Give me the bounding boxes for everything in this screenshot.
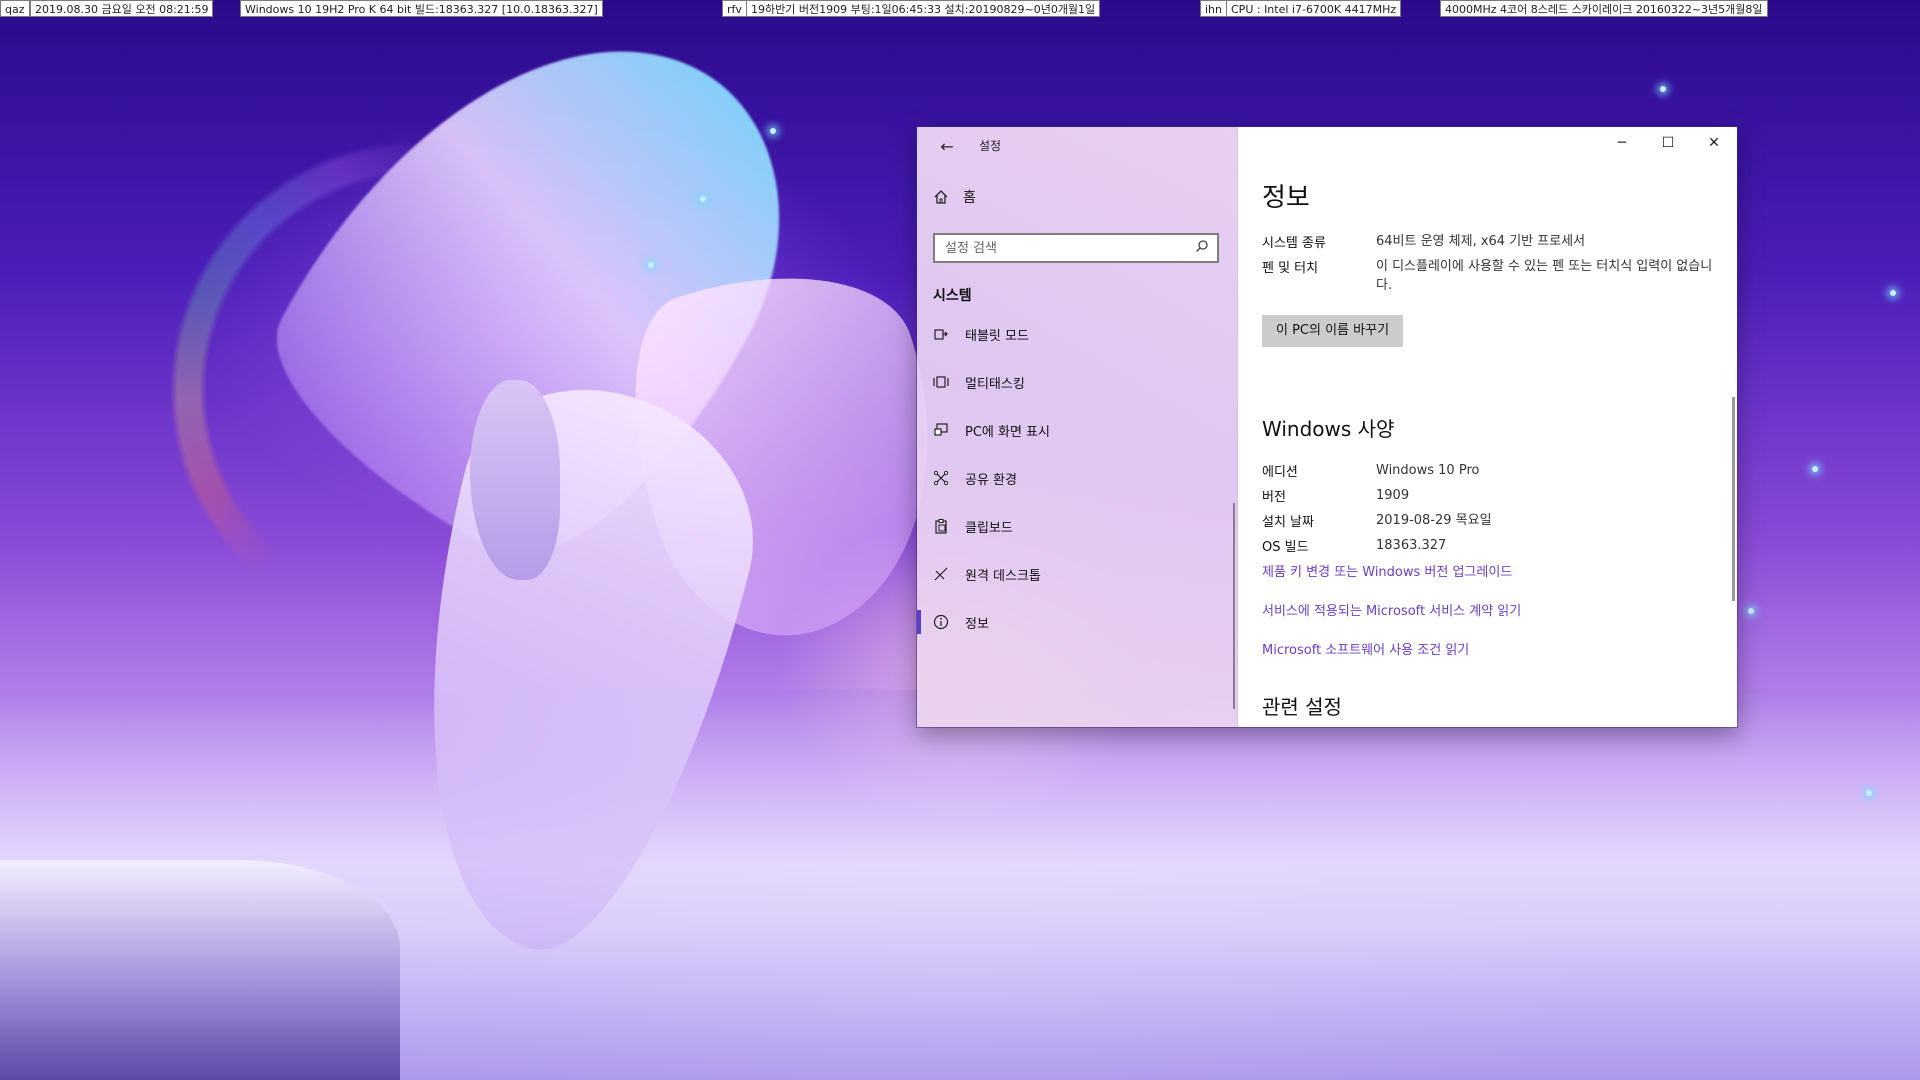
nav-item-tablet-mode[interactable]: 태블릿 모드 bbox=[917, 310, 1237, 358]
wallpaper-cliff bbox=[0, 860, 400, 1080]
version-value: 1909 bbox=[1376, 488, 1410, 503]
info-label-rfv: rfv bbox=[722, 0, 747, 17]
os-build-key: OS 빌드 bbox=[1262, 540, 1309, 555]
multitasking-icon bbox=[931, 372, 951, 392]
settings-window: ← 설정 홈 시스템 태블릿 모드 bbox=[917, 127, 1737, 727]
back-arrow-icon: ← bbox=[940, 137, 954, 156]
search-input[interactable] bbox=[943, 239, 1195, 257]
service-agreement-link[interactable]: 서비스에 적용되는 Microsoft 서비스 계약 읽기 bbox=[1262, 600, 1521, 619]
info-boot-install: 19하반기 버전1909 부팅:1일06:45:33 설치:20190829~0… bbox=[746, 0, 1101, 17]
sparkle bbox=[770, 128, 776, 134]
sparkle bbox=[1866, 790, 1872, 796]
version-key: 버전 bbox=[1262, 490, 1286, 505]
nav-list: 태블릿 모드 멀티태스킹 PC에 화면 표시 공유 환경 클립보드 원격 데스크… bbox=[917, 310, 1237, 646]
sparkle bbox=[1748, 608, 1754, 614]
page-title: 정보 bbox=[1262, 183, 1310, 213]
upgrade-link[interactable]: 제품 키 변경 또는 Windows 버전 업그레이드 bbox=[1262, 561, 1512, 580]
edition-key: 에디션 bbox=[1262, 465, 1298, 480]
nav-item-label: 원격 데스크톱 bbox=[965, 568, 1041, 584]
window-title: 설정 bbox=[979, 139, 1002, 153]
license-terms-link[interactable]: Microsoft 소프트웨어 사용 조건 읽기 bbox=[1262, 639, 1469, 658]
nav-item-label: 클립보드 bbox=[965, 520, 1013, 536]
section-heading: 시스템 bbox=[933, 288, 972, 304]
nav-item-label: 태블릿 모드 bbox=[965, 328, 1029, 344]
edition-value: Windows 10 Pro bbox=[1376, 463, 1480, 478]
settings-search[interactable] bbox=[933, 233, 1219, 263]
install-date-value: 2019-08-29 목요일 bbox=[1376, 513, 1492, 528]
nav-item-clipboard[interactable]: 클립보드 bbox=[917, 502, 1237, 550]
back-button[interactable]: ← bbox=[935, 135, 959, 159]
nav-scrollbar[interactable] bbox=[1233, 503, 1235, 709]
nav-item-project[interactable]: PC에 화면 표시 bbox=[917, 406, 1237, 454]
info-os-build: Windows 10 19H2 Pro K 64 bit 빌드:18363.32… bbox=[240, 0, 603, 17]
window-controls: ─ ☐ ✕ bbox=[1599, 127, 1737, 159]
nav-item-shared-experiences[interactable]: 공유 환경 bbox=[917, 454, 1237, 502]
system-type-value: 64비트 운영 체제, x64 기반 프로세서 bbox=[1376, 234, 1586, 249]
close-button[interactable]: ✕ bbox=[1691, 127, 1737, 159]
minimize-button[interactable]: ─ bbox=[1599, 127, 1645, 159]
sparkle bbox=[1660, 86, 1666, 92]
home-icon bbox=[931, 187, 951, 207]
nav-item-label: 정보 bbox=[965, 616, 989, 632]
info-cpu: CPU : Intel i7-6700K 4417MHz bbox=[1226, 0, 1402, 17]
nav-item-label: 공유 환경 bbox=[965, 472, 1017, 488]
info-bar: qaz 2019.08.30 금요일 오전 08:21:59 Windows 1… bbox=[0, 0, 1920, 18]
clipboard-icon bbox=[931, 516, 951, 536]
remote-desktop-icon bbox=[931, 564, 951, 584]
sparkle bbox=[1812, 466, 1818, 472]
nav-home[interactable]: 홈 bbox=[931, 185, 976, 209]
maximize-button[interactable]: ☐ bbox=[1645, 127, 1691, 159]
sparkle bbox=[700, 196, 706, 202]
about-content: ─ ☐ ✕ 정보 시스템 종류 64비트 운영 체제, x64 기반 프로세서 … bbox=[1238, 127, 1737, 727]
install-date-key: 설치 날짜 bbox=[1262, 515, 1314, 530]
pen-touch-key: 펜 및 터치 bbox=[1262, 261, 1319, 276]
pen-touch-value: 이 디스플레이에 사용할 수 있는 펜 또는 터치식 입력이 없습니다. bbox=[1376, 259, 1713, 293]
nav-item-label: 멀티태스킹 bbox=[965, 376, 1025, 392]
nav-home-label: 홈 bbox=[963, 190, 976, 206]
info-datetime: 2019.08.30 금요일 오전 08:21:59 bbox=[30, 0, 214, 17]
info-label-qaz: qaz bbox=[0, 0, 30, 17]
sparkle bbox=[1890, 290, 1896, 296]
related-settings-heading: 관련 설정 bbox=[1262, 695, 1342, 719]
system-type-key: 시스템 종류 bbox=[1262, 236, 1326, 251]
info-icon bbox=[931, 612, 951, 632]
os-build-value: 18363.327 bbox=[1376, 538, 1447, 553]
info-cpu-details: 4000MHz 4코어 8스레드 스카이레이크 20160322~3년5개월8일 bbox=[1440, 0, 1768, 17]
nav-item-label: PC에 화면 표시 bbox=[965, 424, 1050, 440]
search-icon[interactable] bbox=[1195, 239, 1209, 257]
rename-pc-button[interactable]: 이 PC의 이름 바꾸기 bbox=[1262, 315, 1404, 347]
tablet-mode-icon bbox=[931, 324, 951, 344]
settings-nav-pane: ← 설정 홈 시스템 태블릿 모드 bbox=[917, 127, 1238, 727]
sparkle bbox=[648, 262, 654, 268]
nav-item-multitasking[interactable]: 멀티태스킹 bbox=[917, 358, 1237, 406]
info-label-ihn: ihn bbox=[1200, 0, 1227, 17]
windows-spec-heading: Windows 사양 bbox=[1262, 417, 1395, 441]
content-scrollbar[interactable] bbox=[1732, 397, 1735, 601]
shared-experiences-icon bbox=[931, 468, 951, 488]
project-icon bbox=[931, 420, 951, 440]
nav-item-about[interactable]: 정보 bbox=[917, 598, 1237, 646]
nav-item-remote-desktop[interactable]: 원격 데스크톱 bbox=[917, 550, 1237, 598]
